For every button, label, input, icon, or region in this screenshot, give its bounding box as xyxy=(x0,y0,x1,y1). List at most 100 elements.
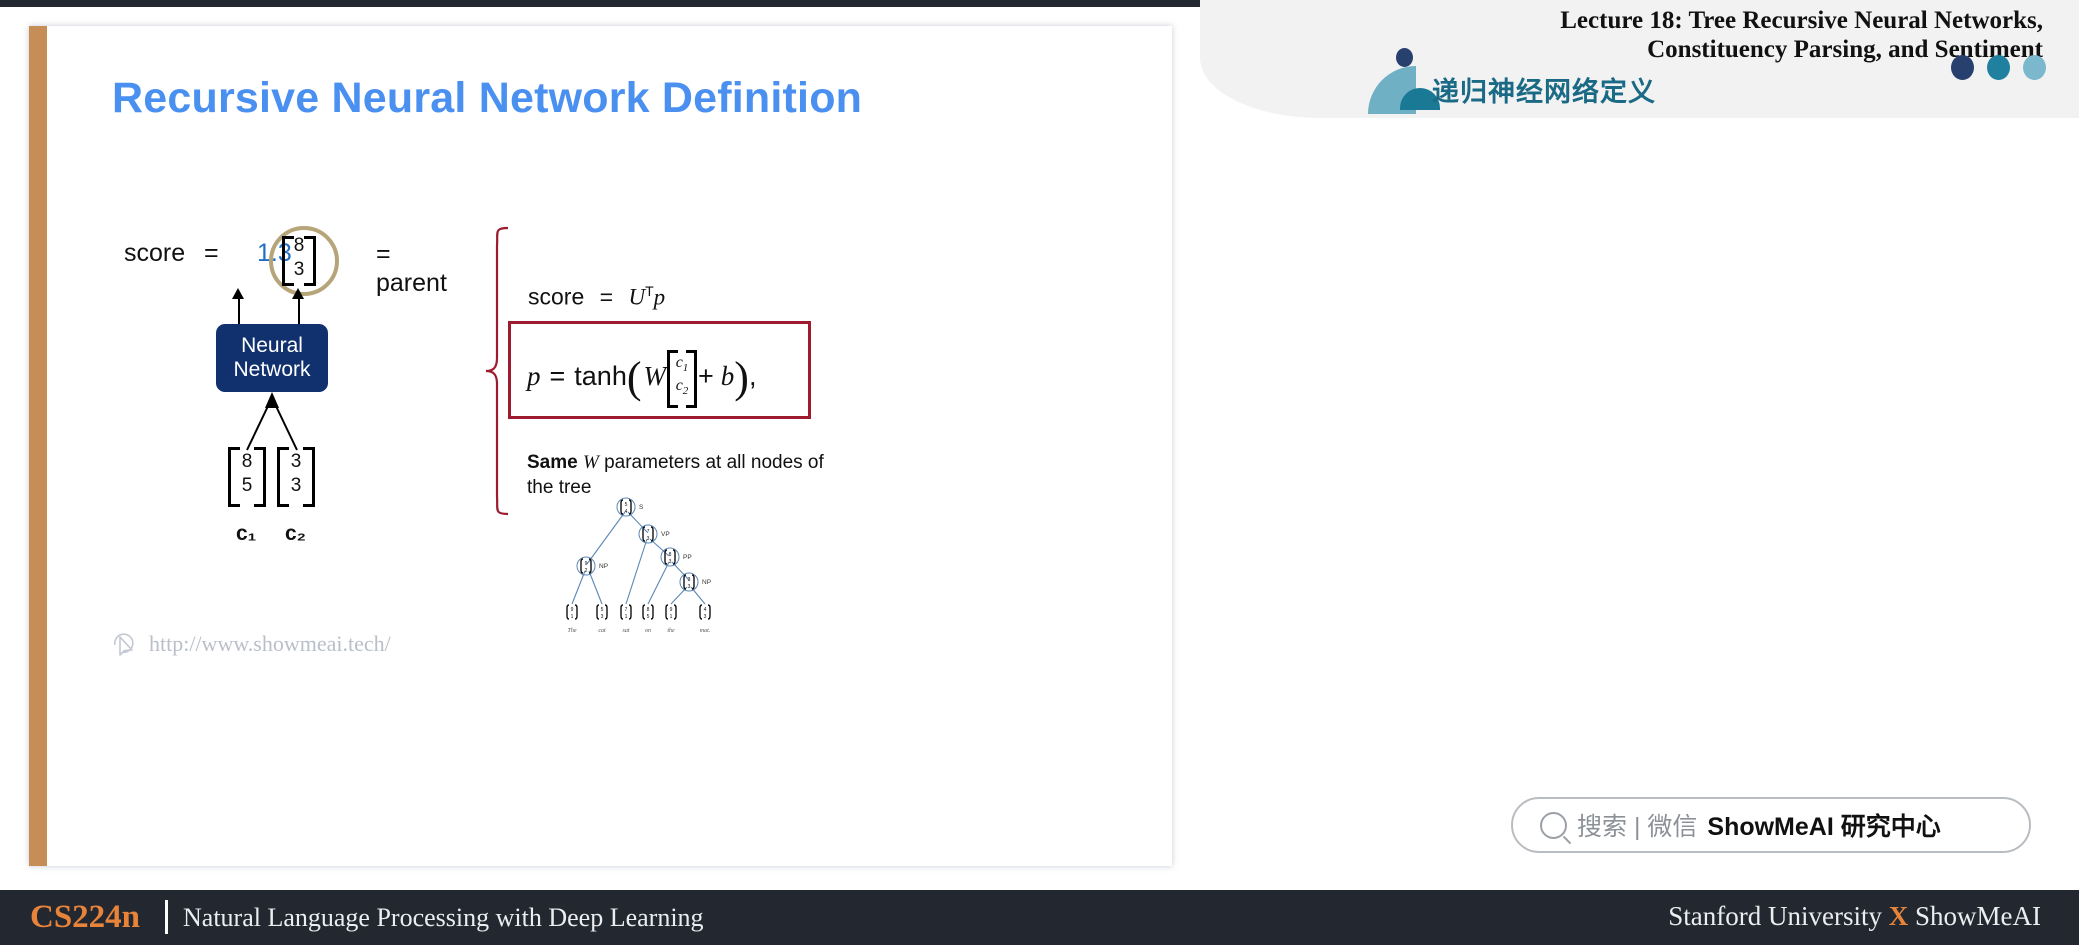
leaf-word-1: cat xyxy=(598,628,606,634)
lecture-title-line1: Lecture 18: Tree Recursive Neural Networ… xyxy=(1560,7,2043,34)
rnn-diagram: score = 1.3 = parent 8 3 Neural Network … xyxy=(29,26,629,866)
footer-bar: CS224n Natural Language Processing with … xyxy=(0,890,2079,945)
internal-vec-4-bot: 3 xyxy=(688,584,691,590)
p-formula-W: W xyxy=(643,360,667,391)
score-formula-T: T xyxy=(645,283,654,299)
bracket-left xyxy=(228,447,240,507)
leaf-vec-1-bot: 3 xyxy=(601,614,604,620)
p-formula-plus: + xyxy=(698,360,714,391)
leaf-vec-3-top: 8 xyxy=(647,607,650,613)
child1-value-1: 5 xyxy=(241,475,253,496)
score-label: score xyxy=(124,239,186,267)
node-label-2: PP xyxy=(683,554,692,561)
bracket-left xyxy=(282,236,294,286)
search-bar[interactable]: 搜索 | 微信 ShowMeAI 研究中心 xyxy=(1511,797,2031,853)
internal-vec-2-bot: 3 xyxy=(669,559,672,565)
score-formula-label: score xyxy=(528,283,585,310)
leaf-word-4: the xyxy=(667,628,675,634)
bracket-right xyxy=(254,447,266,507)
parse-tree-diagram: 5 4 7 3 8 3 9 2 3 3 9 1 5 3 7 1 8 5 9 1 … xyxy=(566,497,711,634)
internal-vec-0-top: 5 xyxy=(625,502,628,508)
child1-value-0: 8 xyxy=(241,451,253,473)
arrow-shaft-score xyxy=(238,298,240,326)
p-formula-child-vector: c1 c2 xyxy=(667,350,697,408)
footer-divider xyxy=(165,900,168,934)
search-brand: ShowMeAI 研究中心 xyxy=(1707,813,1941,841)
course-code: CS224n xyxy=(30,899,141,935)
footer-attribution: Stanford University X ShowMeAI xyxy=(1668,901,2041,932)
p-formula: p = tanh ( W c1 c2 + b ) , xyxy=(527,350,757,408)
leaf-word-3: on xyxy=(645,628,651,634)
p-formula-comma: , xyxy=(748,360,757,391)
logo-dot-icon xyxy=(1396,48,1413,67)
node-label-4: NP xyxy=(702,579,711,586)
leaf-vec-0-bot: 1 xyxy=(571,614,574,620)
search-icon xyxy=(1540,811,1567,839)
neural-network-box[interactable]: Neural Network xyxy=(216,324,328,392)
watermark: http://www.showmeai.tech/ xyxy=(112,631,391,657)
p-formula-equals: = xyxy=(549,360,566,391)
parent-vector: 8 3 xyxy=(282,235,316,286)
arrow-head-parent xyxy=(292,288,304,299)
cursor-icon xyxy=(114,633,134,656)
internal-vec-3-top: 9 xyxy=(585,561,588,567)
leaf-vec-0-top: 9 xyxy=(571,607,574,613)
child-vector-1: 8 5 xyxy=(228,447,266,507)
course-name: Natural Language Processing with Deep Le… xyxy=(183,903,704,932)
nn-box-line2: Network xyxy=(233,358,311,381)
parent-label: = parent xyxy=(376,240,447,297)
header-dot-3 xyxy=(2023,55,2046,80)
footer-x: X xyxy=(1888,901,1909,931)
child1-label: c₁ xyxy=(236,522,257,545)
p-formula-p: p xyxy=(527,360,541,391)
node-label-0: S xyxy=(639,504,644,511)
note-bold: Same xyxy=(527,452,578,473)
internal-vec-1-top: 7 xyxy=(647,529,650,535)
score-formula-p: p xyxy=(653,284,666,310)
arrow-shaft-parent xyxy=(298,298,300,326)
score-formula-U: U xyxy=(628,284,646,310)
tree-leaf-words: The cat sat on the mat. xyxy=(568,628,711,634)
p-formula-tanh: tanh xyxy=(574,360,627,391)
leaf-word-2: sat xyxy=(622,628,629,634)
tree-leaf-values: 9 1 5 3 7 1 8 5 9 1 4 3 xyxy=(571,607,707,620)
lecture-header: Lecture 18: Tree Recursive Neural Networ… xyxy=(1200,0,2079,125)
parent-vector-value-1: 3 xyxy=(293,259,305,280)
child2-value-0: 3 xyxy=(290,451,302,473)
header-dot-1 xyxy=(1951,55,1974,80)
chinese-subtitle: 递归神经网络定义 xyxy=(1432,77,1656,107)
node-label-1: VP xyxy=(661,531,670,538)
internal-vec-3-bot: 2 xyxy=(585,568,588,574)
arrow-head-score xyxy=(232,288,244,299)
leaf-word-0: The xyxy=(568,628,577,634)
nn-box-line1: Neural xyxy=(241,334,303,358)
curly-brace xyxy=(485,226,509,516)
leaf-vec-1-top: 5 xyxy=(601,607,604,613)
search-placeholder: 搜索 | 微信 xyxy=(1577,813,1698,841)
leaf-vec-4-top: 9 xyxy=(670,607,673,613)
header-dot-2 xyxy=(1987,55,2010,80)
score-equals: = xyxy=(204,239,219,267)
child-arrows xyxy=(246,392,298,451)
p-formula-c2: c2 xyxy=(675,377,689,398)
same-w-note: Same W parameters at all nodes of the tr… xyxy=(527,450,827,500)
parent-node: 8 3 xyxy=(267,222,339,296)
leaf-vec-2-bot: 1 xyxy=(625,614,628,620)
leaf-word-5: mat. xyxy=(700,628,711,634)
p-formula-c1: c1 xyxy=(675,354,689,375)
leaf-vec-5-top: 4 xyxy=(704,607,707,613)
slide-canvas: Recursive Neural Network Definition scor… xyxy=(29,26,1172,866)
note-italic: W xyxy=(582,452,599,473)
leaf-vec-4-bot: 1 xyxy=(670,614,673,620)
leaf-vec-5-bot: 3 xyxy=(704,614,707,620)
child2-label: c₂ xyxy=(285,522,307,545)
bracket-right xyxy=(303,447,315,507)
internal-vec-0-bot: 4 xyxy=(625,509,628,515)
node-label-3: NP xyxy=(599,563,608,570)
internal-vec-4-top: 3 xyxy=(688,577,691,583)
watermark-url: http://www.showmeai.tech/ xyxy=(149,631,391,656)
score-formula-equals: = xyxy=(599,283,614,310)
tree-node-circles xyxy=(576,497,699,592)
tree-node-labels: S VP PP NP NP xyxy=(599,504,711,586)
header-dots xyxy=(1951,55,2046,80)
